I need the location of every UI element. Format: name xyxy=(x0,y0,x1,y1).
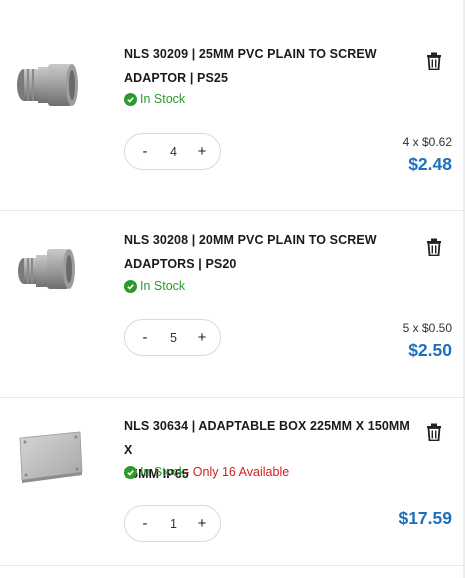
item-title-line1: NLS 30634 | ADAPTABLE BOX 225MM X 150MM … xyxy=(124,419,410,457)
adaptable-box-thumbnail[interactable] xyxy=(16,428,88,488)
quantity-value[interactable]: 5 xyxy=(159,331,189,345)
quantity-value[interactable]: 1 xyxy=(159,517,189,531)
line-total: $17.59 xyxy=(398,508,452,528)
stock-status: In Stock - Only 16 Available xyxy=(124,464,289,480)
item-title-line1: NLS 30208 | 20MM PVC PLAIN TO SCREW xyxy=(124,233,377,247)
quantity-value[interactable]: 4 xyxy=(159,145,189,159)
decrease-quantity-button[interactable]: - xyxy=(137,330,153,345)
stock-label: In Stock xyxy=(140,92,186,106)
adaptor-thumbnail[interactable] xyxy=(12,55,84,115)
item-title-line2: ADAPTORS | PS20 xyxy=(124,257,237,271)
decrease-quantity-button[interactable]: - xyxy=(137,516,153,531)
cart-item: NLS 30208 | 20MM PVC PLAIN TO SCREW ADAP… xyxy=(0,211,463,398)
availability-note: - Only 16 Available xyxy=(185,465,290,479)
adaptor-thumbnail[interactable] xyxy=(12,239,84,299)
item-title[interactable]: NLS 30209 | 25MM PVC PLAIN TO SCREW ADAP… xyxy=(124,42,414,90)
check-circle-icon xyxy=(124,465,137,479)
quantity-stepper: - 5 + xyxy=(124,319,221,356)
line-total: $2.48 xyxy=(408,154,452,174)
stock-status: In Stock xyxy=(124,91,185,107)
trash-icon[interactable] xyxy=(426,52,442,70)
increase-quantity-button[interactable]: + xyxy=(194,144,210,159)
item-title-line1: NLS 30209 | 25MM PVC PLAIN TO SCREW xyxy=(124,47,377,61)
quantity-stepper: - 1 + xyxy=(124,505,221,542)
quantity-stepper: - 4 + xyxy=(124,133,221,170)
check-circle-icon xyxy=(124,279,137,293)
decrease-quantity-button[interactable]: - xyxy=(137,144,153,159)
line-total: $2.50 xyxy=(408,340,452,360)
increase-quantity-button[interactable]: + xyxy=(194,516,210,531)
check-circle-icon xyxy=(124,92,137,106)
trash-icon[interactable] xyxy=(426,423,442,441)
item-title-line2: ADAPTOR | PS25 xyxy=(124,71,228,85)
trash-icon[interactable] xyxy=(426,238,442,256)
increase-quantity-button[interactable]: + xyxy=(194,330,210,345)
cart-item: NLS 30209 | 25MM PVC PLAIN TO SCREW ADAP… xyxy=(0,0,463,211)
item-title[interactable]: NLS 30208 | 20MM PVC PLAIN TO SCREW ADAP… xyxy=(124,228,414,276)
stock-label: In Stock xyxy=(140,465,186,479)
stock-label: In Stock xyxy=(140,279,186,293)
unit-price: 5 x $0.50 xyxy=(402,321,452,335)
stock-status: In Stock xyxy=(124,278,185,294)
unit-price: 4 x $0.62 xyxy=(402,135,452,149)
cart-item: NLS 30634 | ADAPTABLE BOX 225MM X 150MM … xyxy=(0,398,463,566)
